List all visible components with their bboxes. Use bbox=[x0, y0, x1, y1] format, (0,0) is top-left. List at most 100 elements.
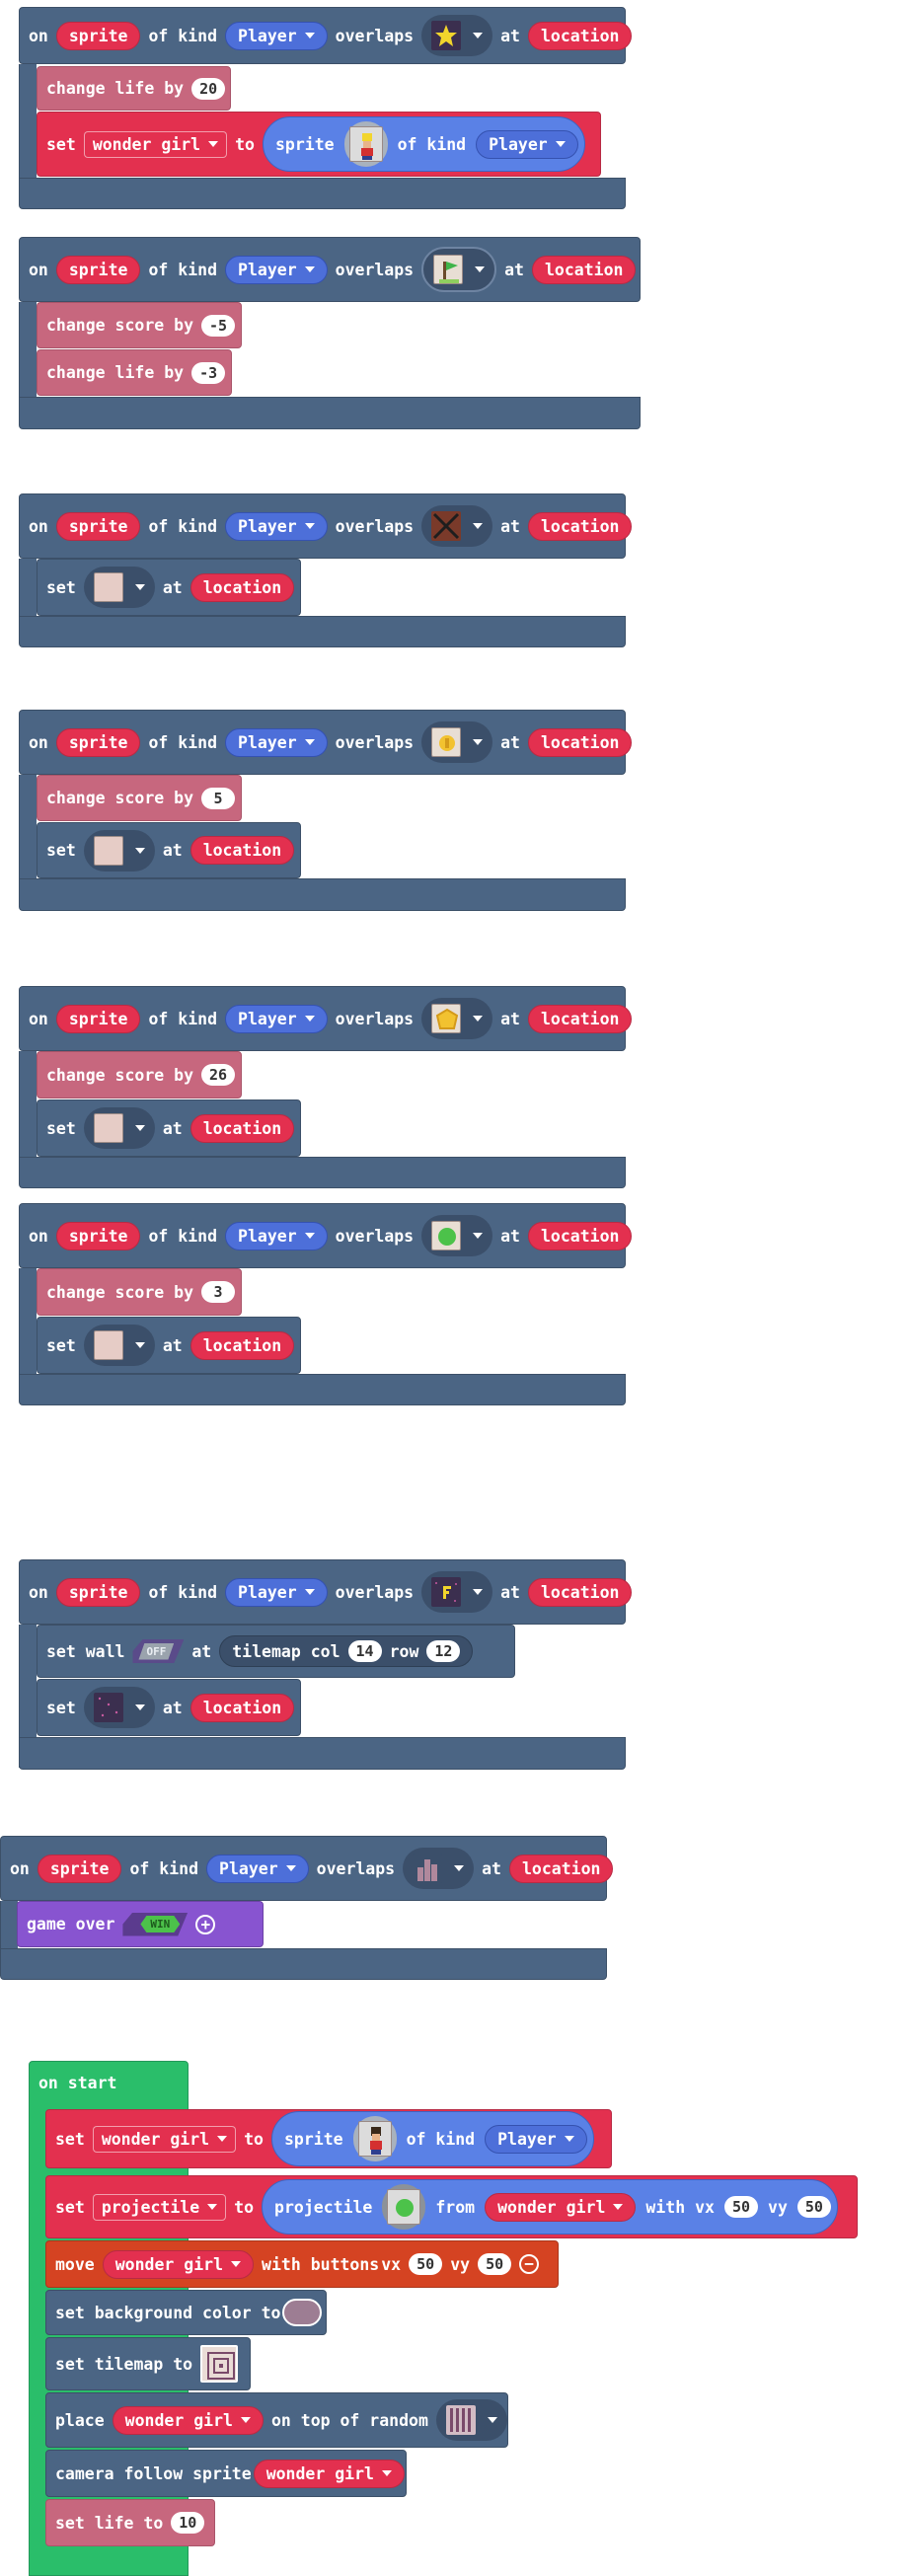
set-tile-block[interactable]: set at location bbox=[37, 822, 301, 878]
variable-dropdown[interactable]: wonder girl bbox=[83, 130, 228, 158]
location-variable[interactable]: location bbox=[189, 572, 295, 602]
set-tile-block[interactable]: set at location bbox=[37, 1099, 301, 1157]
set-projectile-block[interactable]: set projectile to projectile from wonder… bbox=[45, 2175, 858, 2238]
change-score-block[interactable]: change score by 3 bbox=[37, 1268, 242, 1316]
sprite-image-field[interactable] bbox=[352, 2116, 397, 2161]
kind-dropdown[interactable]: Player bbox=[485, 2124, 587, 2154]
vy-input[interactable]: 50 bbox=[796, 2196, 831, 2218]
location-variable[interactable]: location bbox=[189, 836, 295, 865]
game-over-block[interactable]: game over WIN + bbox=[17, 1901, 264, 1947]
sprite-variable[interactable]: sprite bbox=[55, 511, 141, 541]
score-value-input[interactable]: 3 bbox=[201, 1281, 236, 1303]
location-variable[interactable]: location bbox=[528, 1221, 633, 1250]
from-sprite-dropdown[interactable]: wonder girl bbox=[485, 2192, 637, 2222]
sprite-dropdown[interactable]: wonder girl bbox=[112, 2405, 264, 2435]
wall-toggle[interactable]: OFF bbox=[132, 1639, 184, 1663]
tile-image-dropdown[interactable] bbox=[421, 15, 493, 56]
change-score-block[interactable]: change score by 5 bbox=[37, 775, 242, 821]
sprite-dropdown[interactable]: wonder girl bbox=[253, 2459, 405, 2488]
variable-dropdown[interactable]: wonder girl bbox=[92, 2125, 237, 2153]
kind-dropdown[interactable]: Player bbox=[225, 727, 328, 757]
life-value-input[interactable]: 20 bbox=[191, 77, 226, 100]
tile-image-dropdown[interactable] bbox=[421, 1215, 493, 1256]
tile-image-dropdown[interactable] bbox=[421, 505, 493, 547]
score-value-input[interactable]: 26 bbox=[201, 1064, 236, 1086]
change-life-block[interactable]: change life by 20 bbox=[37, 66, 231, 111]
location-variable[interactable]: location bbox=[528, 1577, 633, 1607]
set-tile-block[interactable]: set at location bbox=[37, 1317, 301, 1374]
col-input[interactable]: 14 bbox=[347, 1640, 382, 1662]
location-variable[interactable]: location bbox=[189, 1330, 295, 1360]
overlap-event-block-8[interactable]: on sprite of kind Player overlaps at loc… bbox=[0, 1836, 614, 1901]
overlap-event-block-2[interactable]: on sprite of kind Player overlaps at loc… bbox=[19, 237, 641, 302]
sprite-variable[interactable]: sprite bbox=[37, 1854, 122, 1883]
camera-follow-block[interactable]: camera follow sprite wonder girl bbox=[45, 2450, 407, 2497]
kind-dropdown[interactable]: Player bbox=[225, 511, 328, 541]
row-input[interactable]: 12 bbox=[426, 1640, 461, 1662]
vy-input[interactable]: 50 bbox=[478, 2253, 512, 2275]
sprite-image-field[interactable] bbox=[343, 121, 388, 167]
sprite-variable[interactable]: sprite bbox=[55, 21, 141, 50]
kind-dropdown[interactable]: Player bbox=[225, 255, 328, 284]
remove-circle-icon[interactable]: − bbox=[519, 2254, 540, 2274]
sprite-variable[interactable]: sprite bbox=[55, 1004, 141, 1033]
location-variable[interactable]: location bbox=[528, 727, 633, 757]
add-circle-icon[interactable]: + bbox=[195, 1914, 216, 1934]
sprite-variable[interactable]: sprite bbox=[55, 255, 141, 284]
set-wall-block[interactable]: set wall OFF at tilemap col 14 row 12 bbox=[37, 1625, 515, 1678]
tile-image-dropdown[interactable] bbox=[435, 2399, 507, 2441]
set-background-color-block[interactable]: set background color to bbox=[45, 2290, 327, 2335]
set-life-block[interactable]: set life to 10 bbox=[45, 2499, 215, 2546]
place-on-random-tile-block[interactable]: place wonder girl on top of random bbox=[45, 2392, 508, 2448]
tile-image-dropdown[interactable] bbox=[83, 829, 155, 871]
color-swatch[interactable] bbox=[282, 2299, 323, 2326]
overlap-event-block-3[interactable]: on sprite of kind Player overlaps at loc… bbox=[19, 493, 633, 559]
location-variable[interactable]: location bbox=[509, 1854, 614, 1883]
tile-image-dropdown[interactable] bbox=[421, 998, 493, 1039]
create-sprite-block[interactable]: sprite of kind Player bbox=[262, 116, 585, 172]
tile-image-dropdown[interactable] bbox=[421, 247, 497, 292]
set-sprite-block[interactable]: set wonder girl to sprite of kind Player bbox=[45, 2109, 612, 2168]
overlap-event-block-4[interactable]: on sprite of kind Player overlaps at loc… bbox=[19, 710, 633, 775]
set-tilemap-block[interactable]: set tilemap to bbox=[45, 2337, 251, 2390]
set-sprite-block[interactable]: set wonder girl to sprite of kind Player bbox=[37, 112, 601, 177]
tile-image-dropdown[interactable] bbox=[83, 1107, 155, 1149]
life-value-input[interactable]: 10 bbox=[171, 2512, 205, 2534]
sprite-variable[interactable]: sprite bbox=[55, 1577, 141, 1607]
overlap-event-block-1[interactable]: on sprite of kind Player overlaps at loc… bbox=[19, 7, 633, 64]
overlap-event-block-6[interactable]: on sprite of kind Player overlaps at loc… bbox=[19, 1203, 633, 1268]
kind-dropdown[interactable]: Player bbox=[225, 21, 328, 50]
tilemap-location-block[interactable]: tilemap col 14 row 12 bbox=[219, 1635, 474, 1667]
sprite-dropdown[interactable]: wonder girl bbox=[102, 2249, 255, 2279]
change-life-block[interactable]: change life by -3 bbox=[37, 349, 232, 396]
tile-image-dropdown[interactable] bbox=[421, 721, 493, 763]
kind-dropdown[interactable]: Player bbox=[206, 1854, 309, 1883]
sprite-variable[interactable]: sprite bbox=[55, 727, 141, 757]
kind-dropdown[interactable]: Player bbox=[225, 1004, 328, 1033]
location-variable[interactable]: location bbox=[528, 1004, 633, 1033]
location-variable[interactable]: location bbox=[528, 511, 633, 541]
set-tile-block[interactable]: set at location bbox=[37, 1679, 301, 1736]
location-variable[interactable]: location bbox=[189, 1693, 295, 1722]
vx-input[interactable]: 50 bbox=[723, 2196, 759, 2218]
tilemap-icon[interactable] bbox=[200, 2345, 239, 2383]
change-score-block[interactable]: change score by -5 bbox=[37, 302, 242, 348]
create-sprite-block[interactable]: sprite of kind Player bbox=[270, 2111, 594, 2166]
projectile-image-field[interactable] bbox=[382, 2184, 426, 2230]
win-toggle[interactable]: WIN bbox=[122, 1913, 188, 1936]
location-variable[interactable]: location bbox=[189, 1113, 295, 1143]
location-variable[interactable]: location bbox=[528, 21, 633, 50]
overlap-event-block-5[interactable]: on sprite of kind Player overlaps at loc… bbox=[19, 986, 633, 1051]
location-variable[interactable]: location bbox=[532, 255, 637, 284]
change-score-block[interactable]: change score by 26 bbox=[37, 1051, 242, 1099]
tile-image-dropdown[interactable] bbox=[421, 1571, 493, 1613]
move-with-buttons-block[interactable]: move wonder girl with buttons vx 50 vy 5… bbox=[45, 2240, 559, 2288]
kind-dropdown[interactable]: Player bbox=[476, 129, 578, 159]
vx-input[interactable]: 50 bbox=[409, 2253, 443, 2275]
tile-image-dropdown[interactable] bbox=[83, 1687, 155, 1728]
overlap-event-block-7[interactable]: on sprite of kind Player overlaps at loc… bbox=[19, 1559, 633, 1625]
sprite-variable[interactable]: sprite bbox=[55, 1221, 141, 1250]
tile-image-dropdown[interactable] bbox=[83, 567, 155, 608]
tile-image-dropdown[interactable] bbox=[83, 1325, 155, 1366]
score-value-input[interactable]: 5 bbox=[201, 787, 236, 809]
